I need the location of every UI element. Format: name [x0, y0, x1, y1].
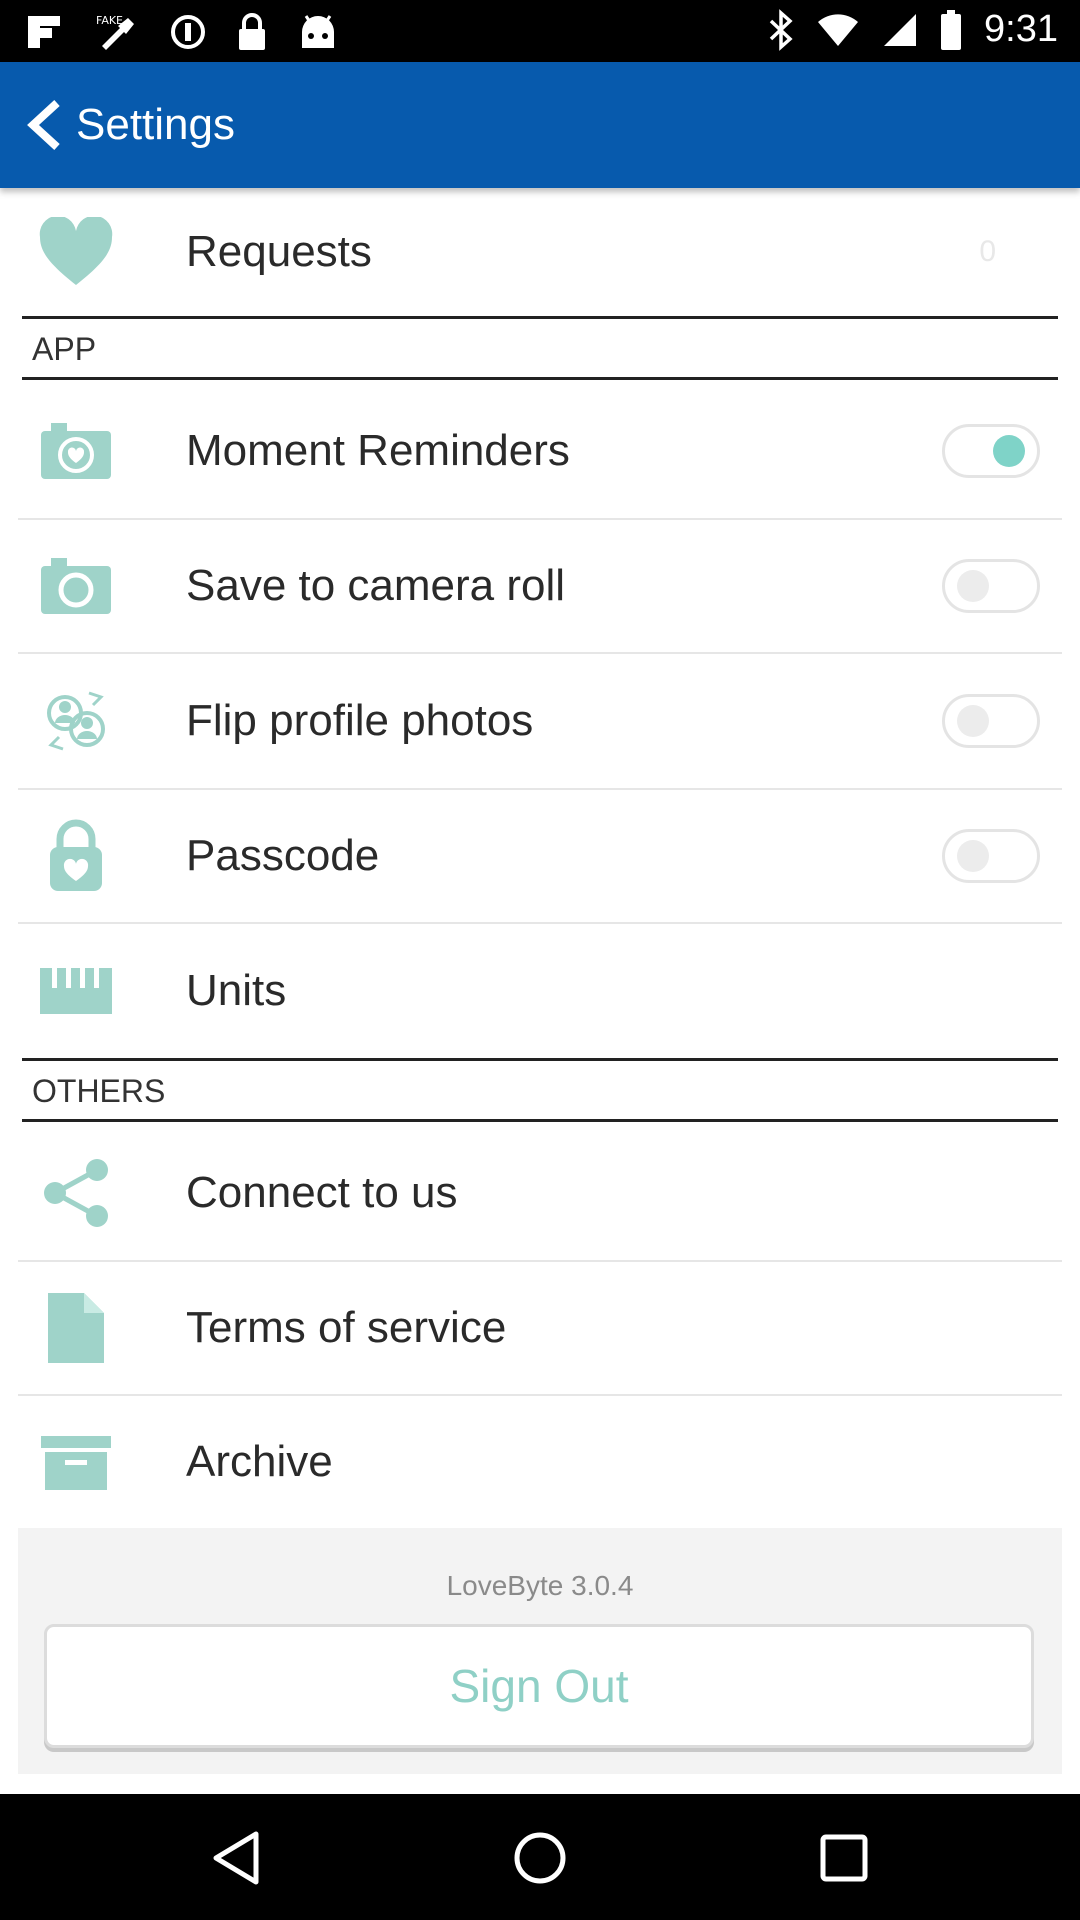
cellular-icon: [884, 13, 917, 46]
other-label: Archive: [186, 1437, 333, 1486]
requests-row[interactable]: Requests 0: [0, 188, 1080, 316]
other-connect-to-us[interactable]: Connect to us: [0, 1126, 1080, 1260]
back-icon: [213, 1831, 259, 1885]
section-title-app: APP: [32, 331, 97, 367]
document-icon: [36, 1288, 116, 1368]
fake-gps-icon: FAKE: [96, 14, 134, 50]
other-terms-of-service[interactable]: Terms of service: [0, 1262, 1080, 1394]
heart-icon: [36, 212, 116, 292]
setting-units[interactable]: Units: [0, 924, 1080, 1058]
footer: LoveByte 3.0.4 Sign Out: [18, 1528, 1062, 1774]
requests-label: Requests: [186, 227, 372, 276]
status-bar: FAKE 9:31: [0, 0, 1080, 62]
setting-save-to-camera-roll[interactable]: Save to camera roll: [0, 520, 1080, 652]
recents-icon: [820, 1834, 868, 1882]
system-status-icons: 9:31: [768, 8, 1058, 51]
clock: 9:31: [984, 8, 1058, 50]
bluetooth-icon: [769, 8, 793, 51]
flip-profiles-icon: [36, 681, 116, 761]
setting-label: Flip profile photos: [186, 696, 534, 745]
camera-heart-icon: [36, 411, 116, 491]
camera-icon: [36, 546, 116, 626]
setting-flip-profile-photos[interactable]: Flip profile photos: [0, 654, 1080, 788]
home-icon: [514, 1832, 566, 1884]
other-archive[interactable]: Archive: [0, 1396, 1080, 1528]
other-label: Connect to us: [186, 1168, 458, 1217]
nav-home-button[interactable]: [502, 1820, 578, 1896]
setting-label: Passcode: [186, 831, 380, 880]
toggle-knob: [957, 840, 989, 872]
app-version: LoveByte 3.0.4: [446, 1570, 634, 1601]
section-header-others: OTHERS: [22, 1058, 1058, 1122]
android-icon: [302, 15, 334, 48]
share-icon: [36, 1153, 116, 1233]
setting-passcode[interactable]: Passcode: [0, 790, 1080, 922]
toggle-knob: [957, 705, 989, 737]
other-label: Terms of service: [186, 1303, 507, 1352]
sign-out-button[interactable]: Sign Out: [44, 1624, 1034, 1748]
nav-back-button[interactable]: [198, 1820, 274, 1896]
save-to-camera-roll-toggle[interactable]: [942, 559, 1040, 613]
requests-count: 0: [979, 235, 996, 268]
back-arrow-icon: [27, 100, 60, 150]
archive-box-icon: [36, 1422, 116, 1502]
passcode-toggle[interactable]: [942, 829, 1040, 883]
flipboard-icon: [28, 16, 60, 48]
navigation-bar: [0, 1794, 1080, 1920]
setting-moment-reminders[interactable]: Moment Reminders: [0, 384, 1080, 518]
section-header-app: APP: [22, 316, 1058, 380]
battery-icon: [941, 9, 962, 50]
toggle-knob: [993, 435, 1025, 467]
ruler-icon: [36, 951, 116, 1031]
wifi-icon: [818, 13, 859, 46]
setting-label: Save to camera roll: [186, 561, 566, 610]
setting-label: Units: [186, 966, 287, 1015]
flip-profile-photos-toggle[interactable]: [942, 694, 1040, 748]
circle-status-icon: [171, 15, 205, 49]
nav-recents-button[interactable]: [806, 1820, 882, 1896]
page-title: Settings: [76, 100, 235, 149]
notification-icons: FAKE: [24, 12, 338, 52]
setting-label: Moment Reminders: [186, 426, 570, 475]
moment-reminders-toggle[interactable]: [942, 424, 1040, 478]
toggle-knob: [957, 570, 989, 602]
section-title-others: OTHERS: [32, 1073, 166, 1109]
app-bar: Settings: [0, 62, 1080, 188]
svg-text:FAKE: FAKE: [96, 14, 123, 27]
lock-heart-icon: [36, 816, 116, 896]
back-button[interactable]: [8, 88, 82, 162]
lock-icon: [239, 13, 265, 50]
